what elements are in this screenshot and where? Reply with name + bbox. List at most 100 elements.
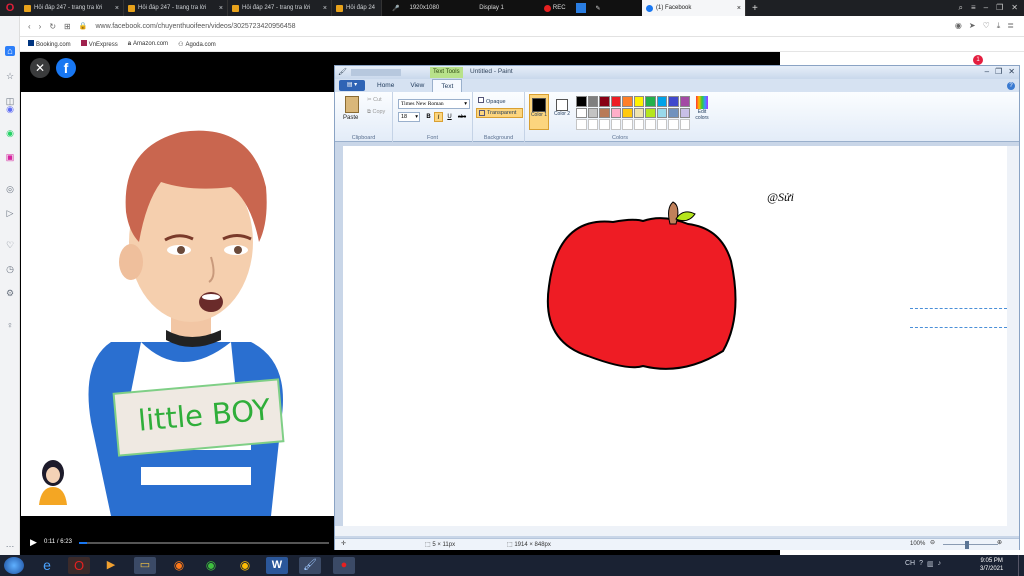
close-video-icon[interactable]: ✕: [30, 58, 50, 78]
restore-icon[interactable]: ❐: [995, 67, 1002, 76]
help-icon[interactable]: ?: [1007, 81, 1015, 90]
tab-facebook[interactable]: (1) Facebook ×: [642, 0, 746, 16]
messenger-logo-icon[interactable]: ◉: [5, 104, 15, 114]
more-icon[interactable]: …: [5, 539, 15, 549]
palette-swatch[interactable]: [633, 96, 644, 107]
favorites-icon[interactable]: ♡: [5, 240, 15, 250]
bookmark-amazon[interactable]: a Amazon.com: [128, 41, 168, 47]
zoom-in-icon[interactable]: ⊕: [997, 539, 1002, 546]
bookmark-booking[interactable]: Booking.com: [28, 40, 71, 48]
paint-app-icon[interactable]: 🖌: [338, 68, 347, 76]
chrome-icon[interactable]: ◉: [234, 557, 256, 574]
start-button-icon[interactable]: [4, 557, 24, 574]
text-selection-box[interactable]: [910, 308, 1007, 328]
transparent-option[interactable]: Transparent: [476, 108, 523, 118]
empty-palette-swatch[interactable]: [633, 119, 644, 130]
channel-avatar[interactable]: [33, 455, 73, 505]
video-progress-track[interactable]: [79, 542, 329, 544]
tab-hoidap-4[interactable]: Hỏi đáp 24: [332, 0, 382, 16]
camera-icon[interactable]: ◉: [955, 21, 962, 31]
zoom-slider[interactable]: [943, 544, 998, 545]
palette-swatch[interactable]: [679, 96, 690, 107]
palette-swatch[interactable]: [599, 107, 610, 118]
show-desktop-button[interactable]: [1018, 555, 1024, 576]
empty-palette-swatch[interactable]: [587, 119, 598, 130]
word-icon[interactable]: W: [266, 557, 288, 574]
player-icon[interactable]: ◎: [5, 184, 15, 194]
empty-palette-swatch[interactable]: [599, 119, 610, 130]
opaque-option[interactable]: Opaque: [478, 97, 506, 105]
palette-swatch[interactable]: [622, 96, 633, 107]
internet-explorer-icon[interactable]: e: [36, 557, 58, 574]
paste-button[interactable]: Paste: [343, 115, 358, 121]
palette-swatch[interactable]: [599, 96, 610, 107]
tab-text[interactable]: Text: [432, 79, 463, 92]
palette-swatch[interactable]: [679, 107, 690, 118]
search-tabs-icon[interactable]: ⌕: [959, 3, 963, 13]
help-tray-icon[interactable]: ?: [919, 560, 923, 568]
close-tab-icon[interactable]: ×: [111, 5, 119, 12]
palette-swatch[interactable]: [622, 107, 633, 118]
vertical-scrollbar[interactable]: [1007, 146, 1019, 526]
empty-palette-swatch[interactable]: [576, 119, 587, 130]
bookmark-vnexpress[interactable]: VnExpress: [80, 40, 118, 48]
empty-palette-swatch[interactable]: [668, 119, 679, 130]
instagram-icon[interactable]: ▣: [5, 152, 15, 162]
palette-swatch[interactable]: [645, 107, 656, 118]
network-icon[interactable]: ▥: [927, 560, 934, 568]
close-icon[interactable]: ✕: [1008, 67, 1015, 76]
tips-icon[interactable]: ♀: [5, 320, 15, 330]
settings-gear-icon[interactable]: ⚙: [5, 288, 15, 298]
empty-palette-swatch[interactable]: [656, 119, 667, 130]
close-tab-icon[interactable]: ×: [215, 5, 223, 12]
strikethrough-button[interactable]: abc: [456, 112, 468, 122]
palette-swatch[interactable]: [610, 96, 621, 107]
cut-button[interactable]: ✂ Cut: [367, 97, 382, 103]
palette-swatch[interactable]: [587, 96, 598, 107]
paste-icon[interactable]: [345, 96, 359, 113]
drawing-canvas[interactable]: @Sửi: [343, 146, 1007, 526]
file-explorer-icon[interactable]: ▭: [134, 557, 156, 574]
forward-icon[interactable]: ›: [39, 22, 42, 31]
italic-button[interactable]: I: [434, 112, 443, 122]
tab-view[interactable]: View: [402, 79, 432, 92]
play-icon[interactable]: ▶: [30, 537, 37, 548]
zoom-out-icon[interactable]: ⊖: [930, 539, 935, 546]
overlay-square-icon[interactable]: [575, 3, 586, 13]
tab-hoidap-1[interactable]: Hỏi đáp 247 - trang tra lời ×: [20, 0, 124, 16]
speed-dial-icon[interactable]: ⌂: [5, 46, 15, 56]
media-player-icon[interactable]: ▶: [100, 557, 122, 574]
whatsapp-icon[interactable]: ◉: [5, 128, 15, 138]
minimize-icon[interactable]: –: [985, 67, 989, 76]
tab-hoidap-2[interactable]: Hỏi đáp 247 - trang tra lời ×: [124, 0, 228, 16]
palette-swatch[interactable]: [576, 107, 587, 118]
palette-swatch[interactable]: [633, 107, 644, 118]
empty-palette-swatch[interactable]: [679, 119, 690, 130]
clock[interactable]: 9:05 PM 3/7/2021: [980, 557, 1003, 573]
settings-icon[interactable]: ≣: [1007, 21, 1014, 31]
empty-palette-swatch[interactable]: [622, 119, 633, 130]
close-window-icon[interactable]: ✕: [1011, 3, 1018, 13]
download-icon[interactable]: ⤓: [997, 21, 1001, 31]
url-field[interactable]: www.facebook.com/chuyenthuoifeen/videos/…: [95, 23, 295, 30]
tabs-grid-icon[interactable]: ⊞: [64, 22, 71, 31]
empty-palette-swatch[interactable]: [610, 119, 621, 130]
copy-button[interactable]: ⧉ Copy: [367, 109, 385, 116]
rec-indicator[interactable]: REC: [543, 4, 566, 12]
edit-colors-button[interactable]: Edit colors: [693, 96, 711, 130]
palette-swatch[interactable]: [610, 107, 621, 118]
minimize-icon[interactable]: –: [984, 3, 988, 13]
horizontal-scrollbar[interactable]: [335, 526, 1019, 536]
heart-icon[interactable]: ♡: [983, 21, 990, 31]
green-app-icon[interactable]: ◉: [200, 557, 222, 574]
palette-swatch[interactable]: [668, 96, 679, 107]
maximize-icon[interactable]: ❐: [996, 3, 1003, 13]
palette-swatch[interactable]: [656, 96, 667, 107]
palette-swatch[interactable]: [656, 107, 667, 118]
paint-taskbar-icon[interactable]: 🖌: [299, 557, 321, 574]
color1-button[interactable]: Color 1: [529, 94, 549, 130]
pencil-icon[interactable]: ✎: [596, 5, 601, 12]
send-sidebar-icon[interactable]: ▷: [5, 208, 15, 218]
paint-menu-button[interactable]: ▤ ▾: [339, 80, 365, 91]
underline-button[interactable]: U: [445, 112, 454, 122]
